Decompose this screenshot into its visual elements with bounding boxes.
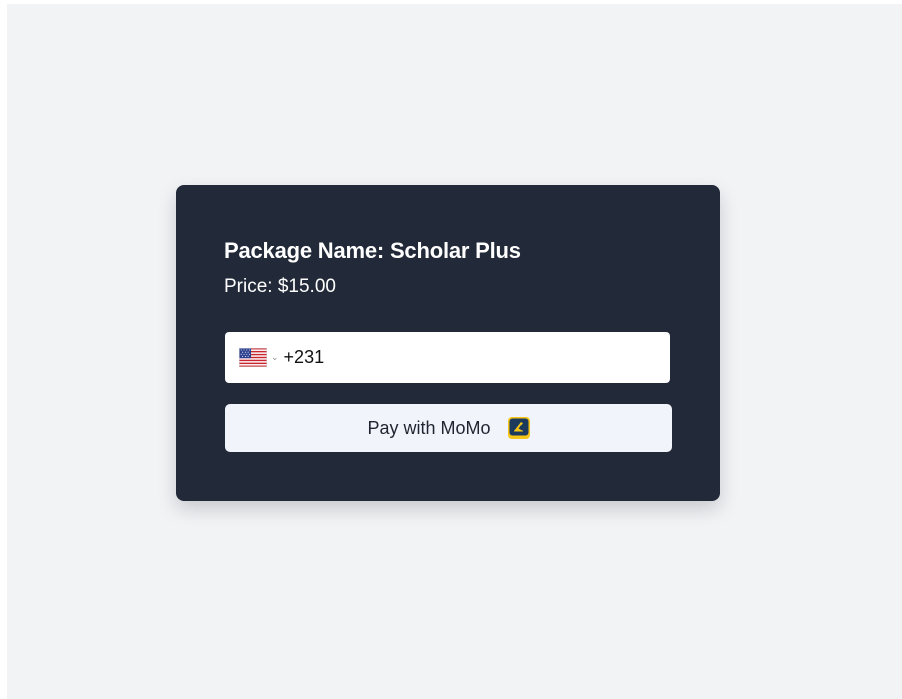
phone-number-field[interactable]: ⌄ — [225, 332, 670, 383]
pay-button-label: Pay with MoMo — [367, 417, 491, 438]
pay-with-momo-button[interactable]: Pay with MoMo — [225, 404, 672, 452]
us-flag-icon — [239, 348, 267, 367]
phone-number-input[interactable] — [283, 342, 664, 373]
package-name: Package Name: Scholar Plus — [224, 238, 521, 263]
payment-card: Package Name: Scholar Plus Price: $15.00 — [176, 185, 720, 501]
country-code-select[interactable]: ⌄ — [239, 348, 279, 367]
chevron-down-icon: ⌄ — [271, 352, 279, 362]
momo-icon — [507, 417, 530, 439]
package-price: Price: $15.00 — [224, 276, 336, 297]
